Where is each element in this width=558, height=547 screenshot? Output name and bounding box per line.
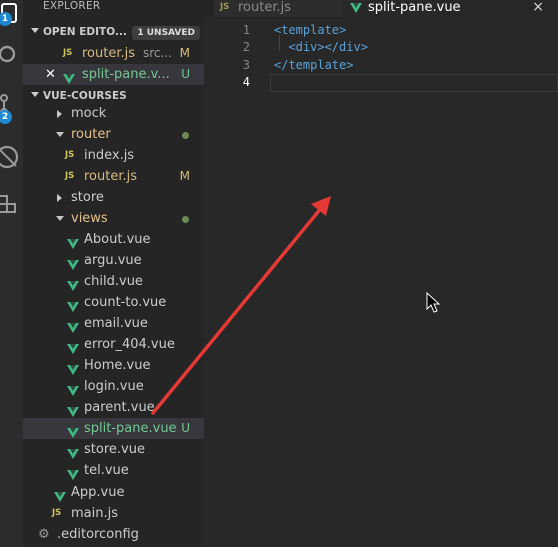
explorer-sidebar: EXPLORER OPEN EDITO... 1 UNSAVED JS rout… — [23, 0, 204, 547]
chevron-down-icon — [56, 132, 64, 137]
chevron-right-icon — [57, 110, 62, 118]
tree-file-login-vue[interactable]: login.vue — [23, 376, 204, 397]
tree-file-home-vue[interactable]: Home.vue — [23, 355, 204, 376]
tree-file-store-vue[interactable]: store.vue — [23, 439, 204, 460]
status-badge: M — [179, 169, 190, 183]
tree-file-about-vue[interactable]: About.vue — [23, 229, 204, 250]
vue-file-icon — [350, 2, 362, 17]
current-line-highlight — [270, 74, 558, 92]
js-file-icon: JS — [65, 171, 75, 181]
search-icon[interactable] — [0, 42, 23, 68]
modified-dot — [182, 216, 189, 223]
extensions-icon[interactable] — [0, 192, 23, 218]
line-number: 4 — [242, 75, 250, 89]
line-number: 1 — [242, 23, 250, 37]
code-line: <template> — [274, 23, 347, 37]
chevron-down-icon — [56, 216, 64, 221]
tree-folder-mock[interactable]: mock — [23, 103, 204, 124]
chevron-down-icon — [31, 28, 39, 33]
open-editor-split-pane[interactable]: ✕ split-pane.v... U — [23, 64, 204, 85]
tree-file-split-pane-vue[interactable]: split-pane.vue U — [23, 418, 204, 439]
tree-file-count-to-vue[interactable]: count-to.vue — [23, 292, 204, 313]
open-editor-router-js[interactable]: JS router.js src... M — [23, 43, 204, 64]
unsaved-badge: 1 UNSAVED — [132, 26, 200, 40]
tree-file-tel-vue[interactable]: tel.vue — [23, 460, 204, 481]
tree-file-editorconfig[interactable]: ⚙ .editorconfig — [23, 524, 204, 545]
tree-folder-router[interactable]: router — [23, 124, 204, 145]
gear-icon: ⚙ — [38, 527, 50, 542]
debug-icon[interactable] — [0, 144, 23, 170]
source-control-badge: 2 — [0, 110, 12, 124]
chevron-right-icon — [57, 194, 62, 202]
status-badge: U — [181, 67, 190, 81]
tab-router-js[interactable]: JS router.js — [214, 0, 342, 17]
tree-file-main-js[interactable]: JS main.js — [23, 503, 204, 524]
activity-bar: 1 2 — [0, 0, 23, 547]
tree-file-router-js[interactable]: JS router.js M — [23, 166, 204, 187]
line-number: 2 — [242, 40, 250, 54]
js-file-icon: JS — [220, 2, 230, 12]
status-badge: M — [179, 46, 190, 60]
line-number: 3 — [242, 58, 250, 72]
status-badge: U — [181, 421, 190, 435]
tree-file-parent-vue[interactable]: parent.vue — [23, 397, 204, 418]
close-icon[interactable]: ✕ — [45, 64, 56, 85]
tree-folder-store[interactable]: store — [23, 187, 204, 208]
tree-file-argu-vue[interactable]: argu.vue — [23, 250, 204, 271]
code-editor[interactable]: 1 2 3 4 <template> <div></div> </templat… — [204, 17, 558, 547]
tree-folder-views[interactable]: views — [23, 208, 204, 229]
chevron-down-icon — [31, 92, 39, 97]
modified-dot — [182, 132, 189, 139]
tree-file-app-vue[interactable]: App.vue — [23, 482, 204, 503]
tree-file-error-404-vue[interactable]: error_404.vue — [23, 334, 204, 355]
js-file-icon: JS — [63, 48, 73, 58]
close-icon[interactable]: × — [532, 0, 544, 15]
tree-file-email-vue[interactable]: email.vue — [23, 313, 204, 334]
explorer-title: EXPLORER — [43, 0, 101, 12]
tree-file-index-js[interactable]: JS index.js — [23, 145, 204, 166]
code-line: </template> — [274, 58, 354, 72]
open-editors-header[interactable]: OPEN EDITO... 1 UNSAVED — [23, 23, 204, 43]
tab-bar: JS router.js split-pane.vue × — [204, 0, 558, 17]
code-line: <div></div> — [274, 40, 368, 54]
tab-split-pane-vue[interactable]: split-pane.vue × — [342, 0, 558, 17]
js-file-icon: JS — [65, 150, 75, 160]
tree-file-child-vue[interactable]: child.vue — [23, 271, 204, 292]
js-file-icon: JS — [52, 508, 62, 518]
